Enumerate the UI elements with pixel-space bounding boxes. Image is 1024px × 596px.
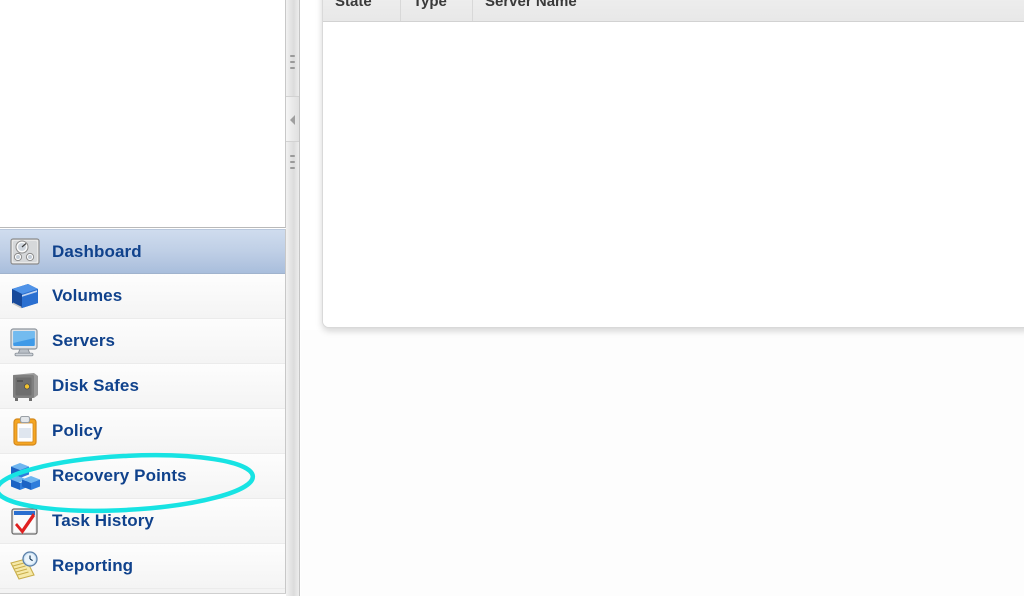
sidebar-item-reporting[interactable]: Reporting bbox=[0, 544, 285, 589]
column-header-label: State bbox=[335, 0, 372, 10]
sidebar-item-policy[interactable]: Policy bbox=[0, 409, 285, 454]
policy-clipboard-icon bbox=[8, 414, 42, 448]
left-column: Dashboard Volumes Servers Disk Safes Pol… bbox=[0, 0, 286, 596]
dashboard-icon bbox=[8, 235, 42, 269]
data-grid-body bbox=[323, 23, 1024, 327]
column-header-server-name[interactable]: Server Name bbox=[473, 0, 1024, 21]
sidebar-splitter[interactable] bbox=[286, 0, 300, 596]
sidebar-item-servers[interactable]: Servers bbox=[0, 319, 285, 364]
column-header-label: Server Name bbox=[485, 0, 577, 10]
workspace-background bbox=[301, 330, 1024, 596]
sidebar-item-recovery-points[interactable]: Recovery Points bbox=[0, 454, 285, 499]
sidebar-navigation: Dashboard Volumes Servers Disk Safes Pol… bbox=[0, 229, 286, 593]
reporting-icon bbox=[8, 549, 42, 583]
sidebar-item-label: Task History bbox=[52, 511, 154, 530]
servers-monitor-icon bbox=[8, 324, 42, 358]
grip-dots-icon[interactable] bbox=[290, 55, 295, 73]
sidebar-item-label: Reporting bbox=[52, 556, 134, 575]
sidebar-item-label: Disk Safes bbox=[52, 376, 139, 395]
collapse-sidebar-button[interactable] bbox=[286, 96, 299, 142]
column-header-state[interactable]: State bbox=[323, 0, 401, 21]
recovery-points-icon bbox=[8, 459, 42, 493]
sidebar-item-label: Dashboard bbox=[52, 241, 142, 261]
sidebar-item-label: Servers bbox=[52, 331, 116, 350]
application-window: Dashboard Volumes Servers Disk Safes Pol… bbox=[0, 0, 1024, 596]
sidebar-item-task-history[interactable]: Task History bbox=[0, 499, 285, 544]
grip-dots-icon[interactable] bbox=[290, 155, 295, 173]
sidebar-item-label: Recovery Points bbox=[52, 466, 187, 485]
sidebar-item-dashboard[interactable]: Dashboard bbox=[0, 229, 285, 274]
sidebar-item-disk-safes[interactable]: Disk Safes bbox=[0, 364, 285, 409]
left-upper-blank-panel bbox=[0, 0, 286, 228]
sidebar-item-label: Volumes bbox=[52, 286, 123, 305]
chevron-left-icon bbox=[290, 115, 295, 125]
task-history-icon bbox=[8, 504, 42, 538]
volumes-book-icon bbox=[8, 279, 42, 313]
data-grid-panel: State Type Server Name bbox=[322, 0, 1024, 328]
column-header-label: Type bbox=[413, 0, 447, 10]
sidebar-item-label: Policy bbox=[52, 421, 103, 440]
disk-safe-icon bbox=[8, 369, 42, 403]
column-header-type[interactable]: Type bbox=[401, 0, 473, 21]
data-grid-header: State Type Server Name bbox=[323, 0, 1024, 22]
sidebar-item-volumes[interactable]: Volumes bbox=[0, 274, 285, 319]
